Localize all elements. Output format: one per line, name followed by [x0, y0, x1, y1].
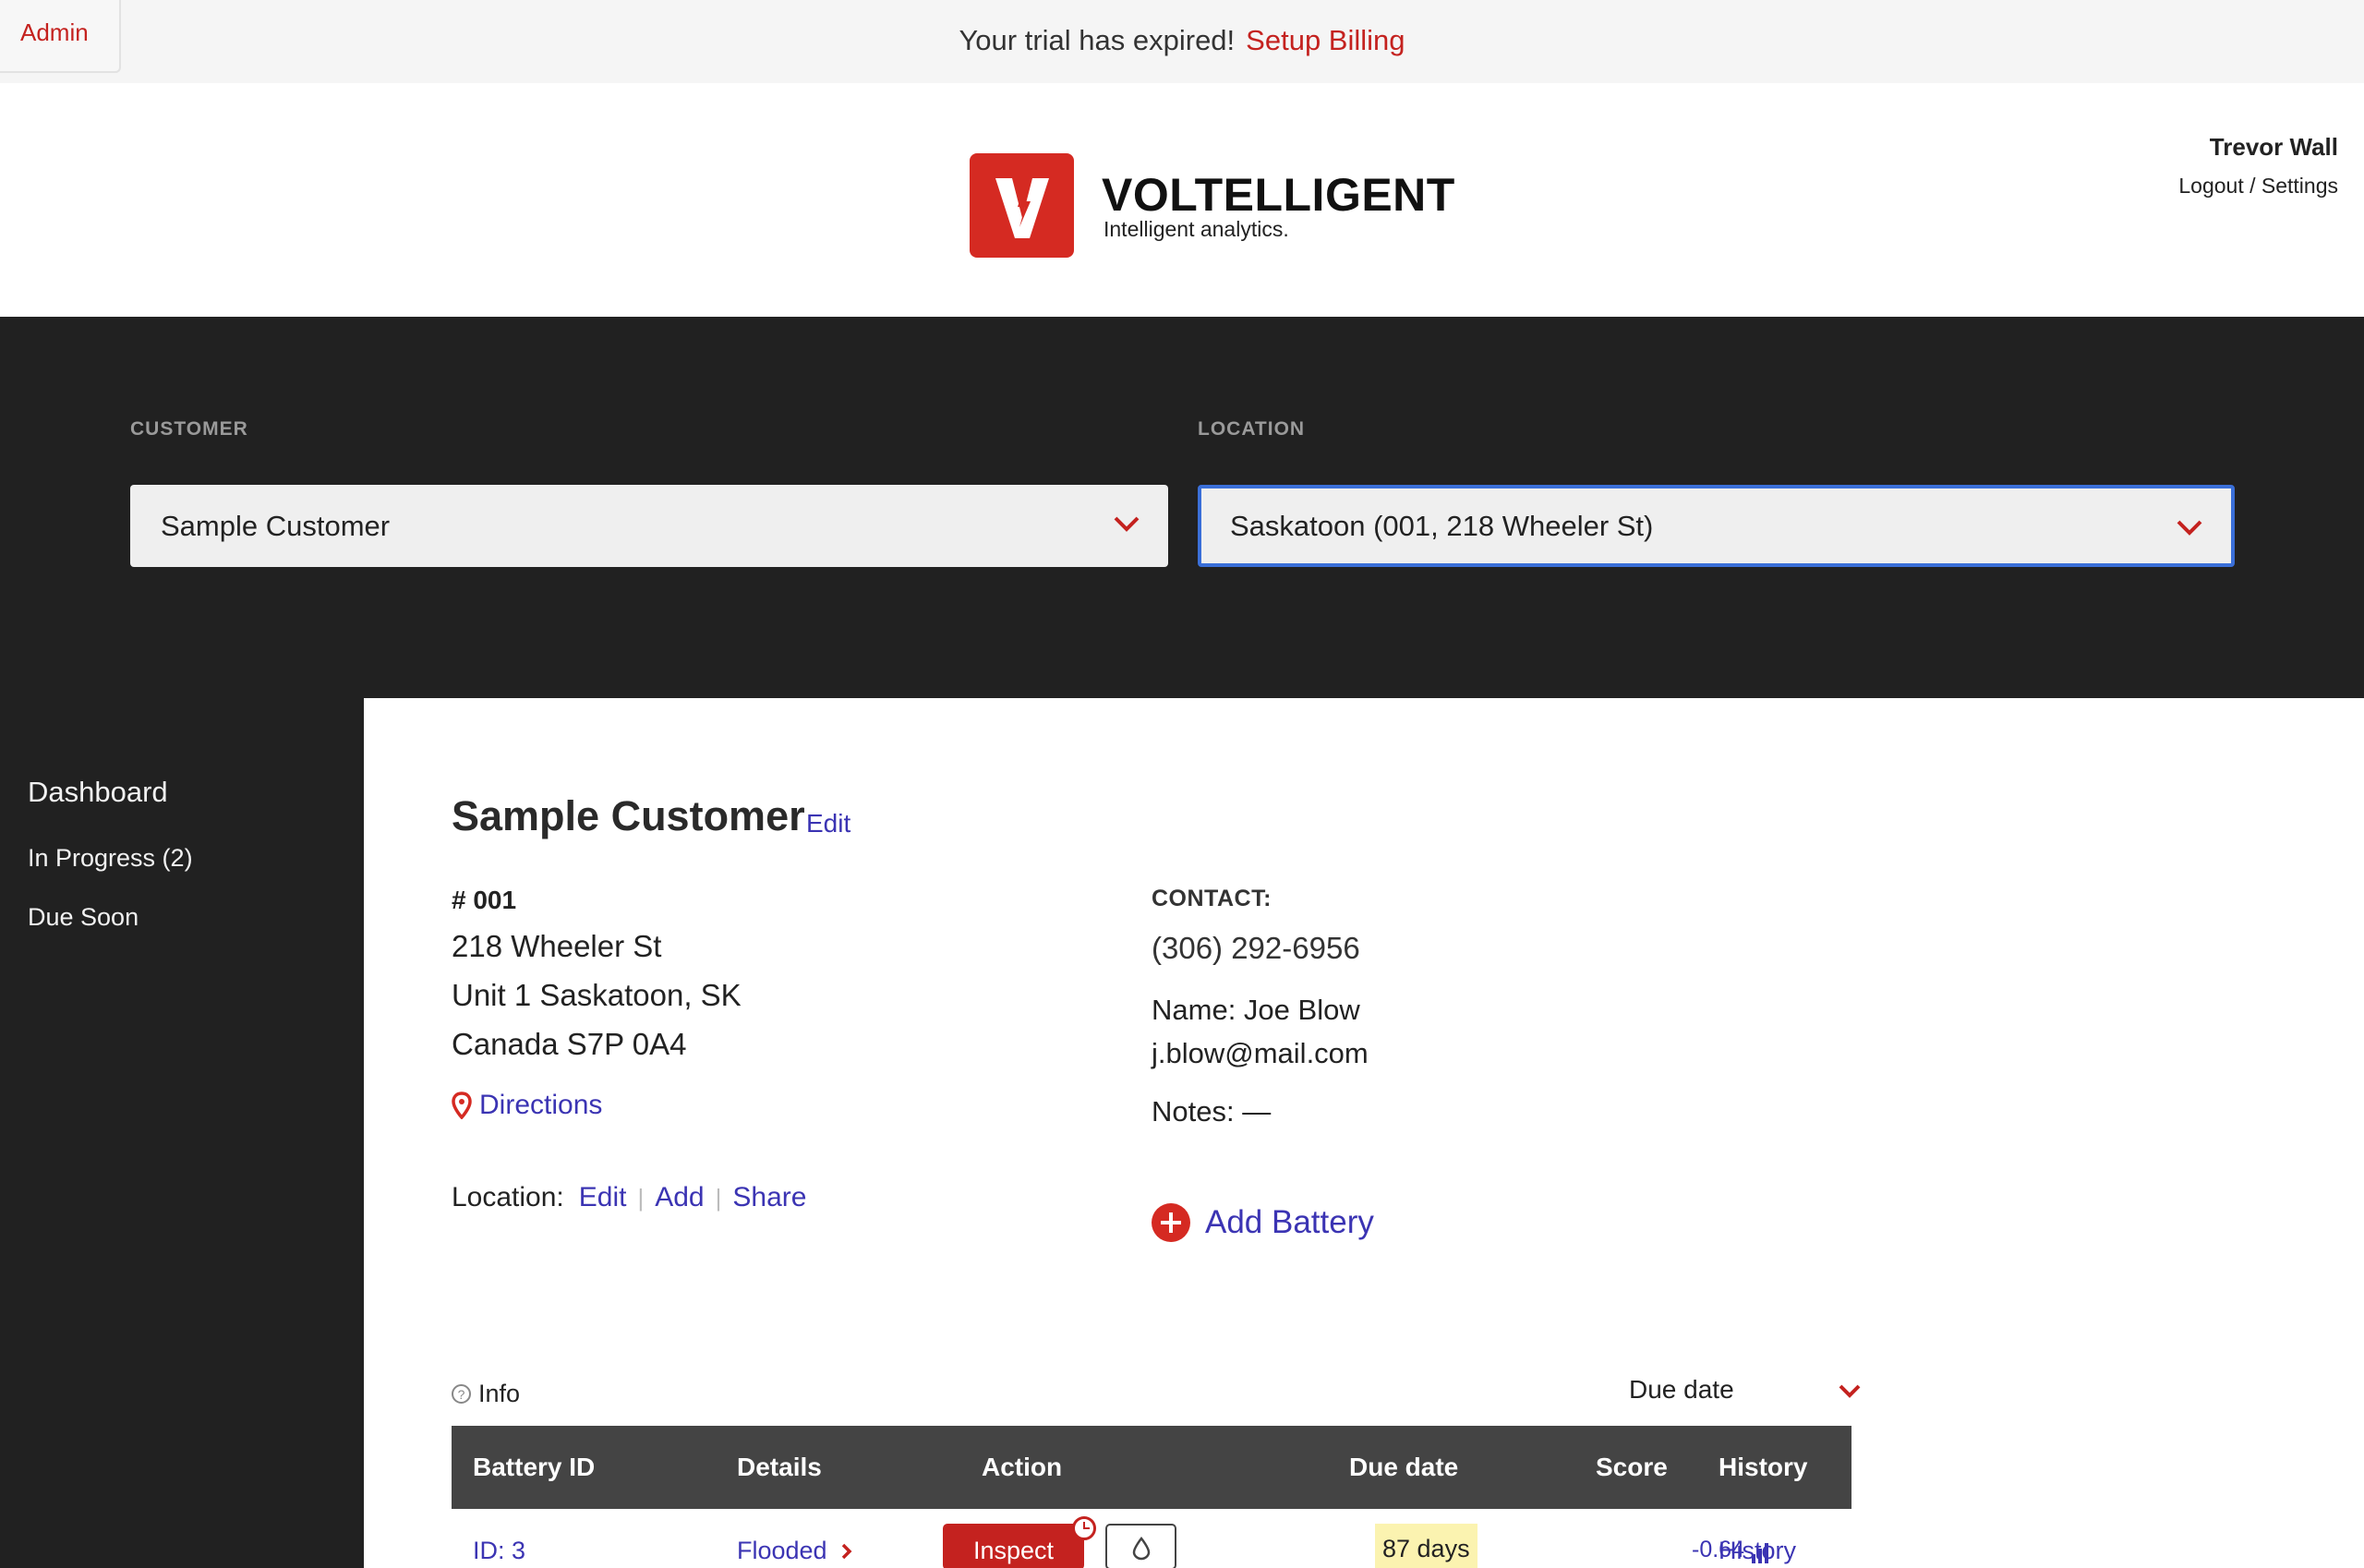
add-battery-label: Add Battery: [1205, 1204, 1374, 1240]
location-label: LOCATION: [1198, 418, 1306, 440]
page-title: Sample Customer: [452, 792, 805, 839]
edit-customer-link[interactable]: Edit: [806, 809, 850, 838]
history-link[interactable]: History: [1719, 1537, 1796, 1565]
directions-link[interactable]: Directions: [479, 1090, 602, 1121]
column-header[interactable]: Score: [1596, 1453, 1668, 1482]
main-content: Sample Customer Edit # 001 218 Wheeler S…: [364, 698, 2364, 1568]
divider: |: [637, 1183, 645, 1212]
customer-select-value: Sample Customer: [161, 510, 391, 542]
table-row: ID: 3 Flooded Inspect 87 days -0.64 Hist…: [452, 1509, 1851, 1568]
address-country-postal: Canada S7P 0A4: [452, 1027, 687, 1061]
add-battery-button[interactable]: Add Battery: [1152, 1201, 1374, 1244]
location-select[interactable]: Saskatoon (001, 218 Wheeler St): [1198, 485, 2235, 567]
due-date-badge: 87 days: [1375, 1524, 1478, 1568]
location-actions-label: Location:: [452, 1182, 564, 1212]
chevron-down-icon: [1114, 516, 1140, 532]
trial-message: Your trial has expired! Setup Billing: [0, 24, 2364, 57]
info-toggle[interactable]: ? Info: [452, 1380, 520, 1408]
location-number: # 001: [452, 886, 517, 914]
column-header[interactable]: Due date: [1349, 1453, 1458, 1482]
user-name: Trevor Wall: [2209, 133, 2338, 161]
brand-logo-icon[interactable]: [970, 153, 1074, 258]
contact-email-link[interactable]: j.blow@mail.com: [1152, 1037, 1369, 1070]
sort-select[interactable]: Due date: [1629, 1371, 1862, 1410]
sidebar-item-in-progress[interactable]: In Progress (2): [28, 844, 193, 873]
customer-select[interactable]: Sample Customer: [130, 485, 1168, 567]
bolt-v-icon: [995, 178, 1049, 238]
address-unit-city: Unit 1 Saskatoon, SK: [452, 978, 742, 1012]
clock-icon: [1072, 1516, 1096, 1540]
column-header[interactable]: Details: [737, 1453, 822, 1482]
info-label: Info: [478, 1380, 521, 1407]
trial-expired-text: Your trial has expired!: [959, 24, 1236, 56]
contact-notes: Notes: —: [1152, 1095, 1272, 1128]
details-label: Flooded: [737, 1537, 827, 1564]
map-pin-icon: [452, 1092, 472, 1119]
app-header: VOLTELLIGENT Intelligent analytics. Trev…: [0, 83, 2364, 317]
directions-link-group[interactable]: Directions: [452, 1090, 602, 1121]
address-street: 218 Wheeler St: [452, 929, 662, 963]
table-header: Battery ID Details Action Due date Score…: [452, 1426, 1851, 1509]
location-actions: Location: Edit | Add | Share: [452, 1182, 806, 1213]
logout-link[interactable]: Logout: [2178, 174, 2243, 198]
setup-billing-link[interactable]: Setup Billing: [1246, 24, 1405, 56]
location-share-link[interactable]: Share: [732, 1182, 806, 1213]
contact-name: Name: Joe Blow: [1152, 994, 1360, 1026]
user-links-divider: /: [2249, 174, 2256, 198]
sidebar: Dashboard In Progress (2) Due Soon: [0, 698, 364, 1568]
column-header[interactable]: Battery ID: [473, 1453, 595, 1482]
chevron-down-icon: [1839, 1384, 1861, 1398]
sort-select-value: Due date: [1629, 1375, 1734, 1404]
user-links: Logout / Settings: [2178, 174, 2338, 199]
brand-tagline: Intelligent analytics.: [1104, 217, 1289, 241]
plus-circle-icon: [1152, 1203, 1190, 1242]
contact-phone: (306) 292-6956: [1152, 931, 1360, 965]
brand-name: VOLTELLIGENT: [1102, 169, 1455, 221]
inspect-button[interactable]: Inspect: [943, 1524, 1084, 1568]
location-add-link[interactable]: Add: [655, 1182, 704, 1213]
battery-id-link[interactable]: ID: 3: [473, 1537, 525, 1565]
water-drop-button[interactable]: [1105, 1524, 1176, 1568]
customer-label: CUSTOMER: [130, 418, 248, 440]
filter-bar: CUSTOMER Sample Customer LOCATION Saskat…: [0, 317, 2364, 698]
column-header[interactable]: Action: [982, 1453, 1062, 1482]
contact-label: CONTACT:: [1152, 886, 1272, 911]
details-link[interactable]: Flooded: [737, 1537, 853, 1565]
chevron-down-icon: [2177, 520, 2202, 536]
sidebar-item-due-soon[interactable]: Due Soon: [28, 903, 139, 932]
location-edit-link[interactable]: Edit: [579, 1182, 627, 1213]
water-drop-icon: [1132, 1537, 1150, 1561]
chevron-right-icon: [841, 1543, 852, 1559]
trial-banner: Admin Your trial has expired! Setup Billi…: [0, 0, 2364, 83]
column-header[interactable]: History: [1719, 1453, 1807, 1482]
sidebar-item-dashboard[interactable]: Dashboard: [28, 776, 168, 809]
divider: |: [715, 1183, 722, 1212]
settings-link[interactable]: Settings: [2261, 174, 2338, 198]
location-select-value: Saskatoon (001, 218 Wheeler St): [1230, 510, 1654, 542]
question-icon: ?: [452, 1384, 471, 1404]
